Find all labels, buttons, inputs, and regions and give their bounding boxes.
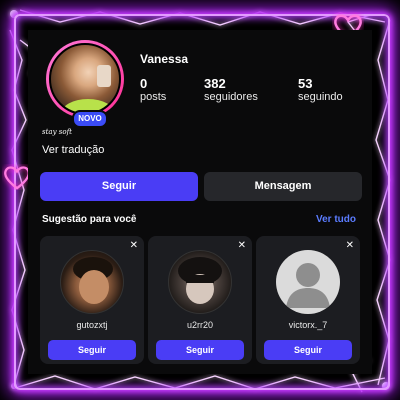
close-icon[interactable]: ✕ — [346, 240, 354, 251]
person-photo — [178, 257, 222, 304]
suggestion-username: gutozxtj — [76, 320, 108, 330]
profile-username: Vanessa — [140, 52, 189, 66]
profile-screen: NOVO Vanessa 0 posts 382 seguidores 53 s… — [28, 30, 372, 374]
suggestion-card[interactable]: ✕ gutozxtj Seguir — [40, 236, 144, 364]
stat-following-value: 53 — [298, 76, 313, 91]
avatar-photo — [49, 43, 121, 115]
suggestions-title: Sugestão para você — [42, 214, 137, 225]
close-icon[interactable]: ✕ — [130, 240, 138, 251]
see-translation-link[interactable]: Ver tradução — [42, 144, 104, 156]
profile-avatar[interactable] — [46, 40, 124, 118]
suggestion-card[interactable]: ✕ victorx._7 Seguir — [256, 236, 360, 364]
suggestion-follow-button[interactable]: Seguir — [264, 340, 352, 360]
stat-following-label: seguindo — [298, 91, 343, 103]
stat-followers-label: seguidores — [204, 91, 258, 103]
close-icon[interactable]: ✕ — [238, 240, 246, 251]
stat-followers[interactable]: 382 seguidores — [204, 76, 258, 103]
suggestion-follow-button[interactable]: Seguir — [156, 340, 244, 360]
person-photo — [73, 257, 113, 304]
suggestion-username: victorx._7 — [288, 320, 328, 330]
suggestion-avatar[interactable] — [60, 250, 124, 314]
suggestion-follow-button[interactable]: Seguir — [48, 340, 136, 360]
default-avatar-icon[interactable] — [276, 250, 340, 314]
stat-followers-value: 382 — [204, 76, 226, 91]
person-icon — [286, 263, 330, 308]
stat-following[interactable]: 53 seguindo — [298, 76, 343, 103]
see-all-link[interactable]: Ver tudo — [316, 214, 356, 225]
stat-posts-value: 0 — [140, 76, 148, 91]
message-button[interactable]: Mensagem — [204, 172, 362, 201]
bio-text: stay soft — [42, 128, 72, 136]
suggestion-username: u2rr20 — [186, 320, 213, 330]
new-badge: NOVO — [72, 110, 108, 128]
stat-posts[interactable]: 0 posts — [140, 76, 166, 103]
suggestion-card[interactable]: ✕ u2rr20 Seguir — [148, 236, 252, 364]
suggestion-avatar[interactable] — [168, 250, 232, 314]
stat-posts-label: posts — [140, 91, 167, 103]
follow-button[interactable]: Seguir — [40, 172, 198, 201]
